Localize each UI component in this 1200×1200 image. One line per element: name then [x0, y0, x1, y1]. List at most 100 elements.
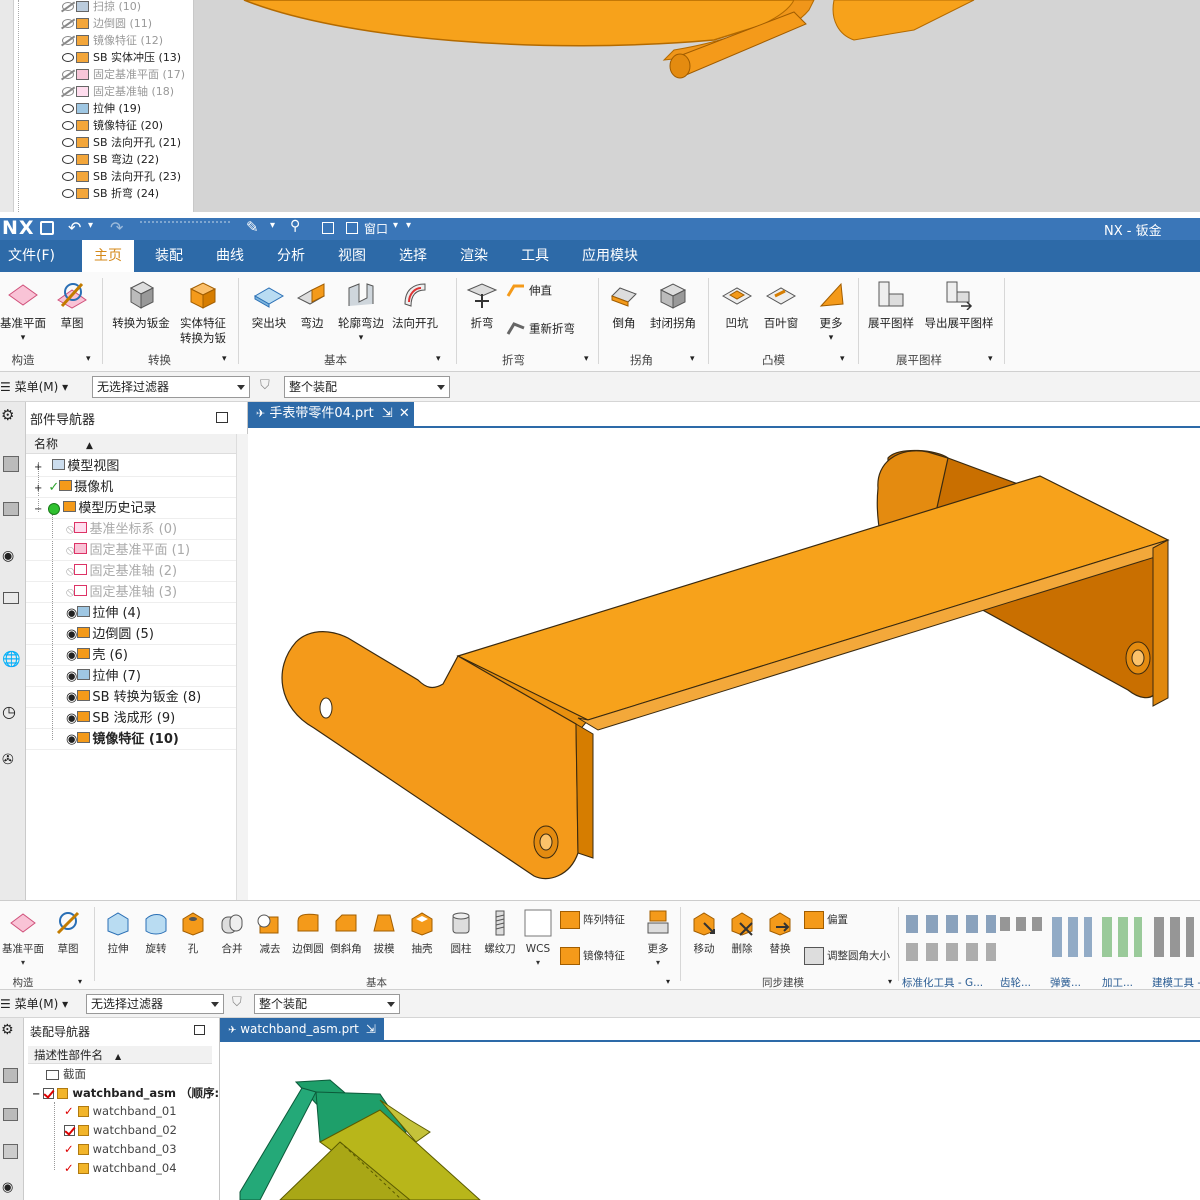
subtract-button[interactable]: 减去 — [252, 909, 288, 956]
save-icon[interactable] — [40, 221, 54, 235]
sketch-button[interactable]: 草图 — [50, 280, 94, 331]
contour-flange-button[interactable]: 轮廓弯边 ▾ — [334, 280, 388, 346]
dropdown-icon[interactable]: ▾ — [0, 956, 46, 969]
tab-button[interactable]: 突出块 — [246, 280, 292, 331]
filter-icon[interactable]: ⛉ — [260, 378, 270, 393]
tree-node-cameras[interactable]: + ✓ 摄像机 — [26, 477, 236, 498]
type-filter-select[interactable]: 无选择过滤器 — [86, 994, 224, 1014]
draft-button[interactable]: 拔模 — [366, 909, 402, 956]
machining-tools-icons[interactable] — [1102, 917, 1142, 957]
dropdown-icon[interactable]: ▾ — [334, 331, 388, 346]
tree-node-feature[interactable]: ⦸ 固定基准轴 (3) — [26, 582, 236, 603]
scope-select[interactable]: 整个装配 — [284, 376, 450, 398]
export-flat-pattern-button[interactable]: 导出展平图样 — [922, 280, 996, 331]
menu-button[interactable]: ☰ 菜单(M) ▾ — [0, 378, 68, 395]
group-dropdown-icon[interactable]: ▾ — [78, 977, 82, 986]
checkbox-icon[interactable] — [43, 1088, 55, 1099]
eye-icon[interactable]: ◉ — [66, 648, 77, 663]
tree-node-feature[interactable]: ⦸ 固定基准轴 (2) — [26, 561, 236, 582]
maximize-icon[interactable] — [216, 412, 228, 423]
history-icon[interactable]: ◷ — [2, 702, 16, 721]
pin-icon[interactable]: ⇲ — [366, 1022, 376, 1036]
group-dropdown-icon[interactable]: ▾ — [436, 354, 441, 364]
convert-to-sheet-metal-button[interactable]: 转换为钣金 — [110, 280, 172, 331]
menu-button[interactable]: ☰ 菜单(M) ▾ — [0, 995, 68, 1012]
assembly-navigator-icon[interactable] — [3, 456, 19, 472]
tools-icon[interactable]: ✇ — [2, 752, 14, 768]
tree-node-model-views[interactable]: + 模型视图 — [26, 456, 236, 477]
dropdown-icon[interactable]: ▾ — [0, 331, 46, 346]
top-tree-node[interactable]: 镜像特征 (12) — [62, 32, 163, 49]
menu-render[interactable]: 渲染 — [460, 240, 488, 272]
wcs-button[interactable]: WCS ▾ — [520, 909, 556, 969]
shell-button[interactable]: 抽壳 — [404, 909, 440, 956]
component-node[interactable]: watchband_02 — [64, 1121, 177, 1139]
tree-node-feature[interactable]: ◉ 拉伸 (4) — [26, 603, 236, 624]
pin-icon[interactable]: ⇲ — [382, 406, 393, 421]
solid-to-sheet-metal-button[interactable]: 实体特征 转换为钣 — [176, 280, 230, 346]
eye-icon[interactable]: ◉ — [66, 732, 77, 747]
eye-icon[interactable]: ◉ — [66, 669, 77, 684]
section-node[interactable]: 截面 — [46, 1065, 86, 1083]
replace-face-button[interactable]: 替换 — [762, 909, 798, 956]
top-tree-node[interactable]: 固定基准平面 (17) — [62, 66, 185, 83]
globe-icon[interactable]: 🌐 — [2, 650, 21, 668]
top-tree-node[interactable]: SB 折弯 (24) — [62, 185, 159, 202]
checkmark-icon[interactable]: ✓ — [48, 480, 59, 495]
group-dropdown-icon[interactable]: ▾ — [86, 354, 91, 364]
menu-tools[interactable]: 工具 — [521, 240, 549, 272]
close-icon[interactable]: ✕ — [399, 406, 410, 421]
dimple-button[interactable]: 凹坑 — [716, 280, 758, 331]
menu-app-modules[interactable]: 应用模块 — [582, 240, 638, 272]
eye-icon[interactable]: ◉ — [2, 548, 14, 564]
component-node[interactable]: ✓ watchband_01 — [64, 1102, 177, 1120]
hidden-eye-icon[interactable]: ⦸ — [66, 522, 74, 537]
eye-icon[interactable]: ◉ — [66, 711, 77, 726]
gear-icon[interactable]: ⚙ — [1, 1022, 14, 1038]
mirror-feature-button[interactable]: 镜像特征 — [560, 947, 625, 965]
dropdown-icon[interactable]: ▾ — [520, 956, 556, 969]
standardization-tools-icons[interactable] — [906, 943, 996, 961]
sketch-button[interactable]: 草图 — [48, 909, 88, 956]
filter-icon[interactable]: ⛉ — [232, 995, 242, 1010]
extrude-button[interactable]: 拉伸 — [100, 909, 136, 956]
dropdown-icon[interactable]: ▾ — [640, 956, 676, 969]
more-button[interactable]: 更多 ▾ — [810, 280, 852, 346]
document-tab-active[interactable]: ✈ watchband_asm.prt ⇲ ✕ — [220, 1018, 384, 1060]
constraint-navigator-icon[interactable] — [3, 502, 19, 516]
dropdown-icon[interactable]: ▾ — [810, 331, 852, 346]
menu-select[interactable]: 选择 — [399, 240, 427, 272]
tree-node-model-history[interactable]: − 模型历史记录 — [26, 498, 236, 519]
tree-node-feature[interactable]: ◉ 拉伸 (7) — [26, 666, 236, 687]
top-tree-node[interactable]: SB 实体冲压 (13) — [62, 49, 181, 66]
tree-node-feature[interactable]: ◉ 壳 (6) — [26, 645, 236, 666]
group-dropdown-icon[interactable]: ▾ — [584, 354, 589, 364]
gear-icon[interactable]: ⚙ — [1, 406, 14, 424]
assembly-root-node[interactable]: − watchband_asm （顺序: — [32, 1084, 219, 1102]
offset-region-button[interactable]: 偏置 — [804, 911, 848, 929]
eye-icon[interactable]: ◉ — [2, 1180, 13, 1195]
unbend-button[interactable]: 伸直 — [506, 282, 552, 300]
checkmark-icon[interactable]: ✓ — [64, 1142, 74, 1156]
top-tree-node[interactable]: SB 法向开孔 (21) — [62, 134, 181, 151]
normal-cutout-button[interactable]: 法向开孔 — [390, 280, 440, 331]
eye-icon[interactable]: ◉ — [66, 606, 77, 621]
hidden-eye-icon[interactable]: ⦸ — [66, 564, 74, 579]
checkmark-icon[interactable]: ✓ — [64, 1161, 74, 1175]
tree-node-feature[interactable]: ⦸ 基准坐标系 (0) — [26, 519, 236, 540]
group-dropdown-icon[interactable]: ▾ — [888, 977, 892, 986]
assembly-graphics-window[interactable] — [220, 1042, 1200, 1200]
hole-button[interactable]: 孔 — [176, 909, 210, 956]
louver-button[interactable]: 百叶窗 — [760, 280, 802, 331]
top-tree-node[interactable]: 镜像特征 (20) — [62, 117, 163, 134]
collapse-icon[interactable]: − — [34, 504, 42, 515]
spring-tools-icons[interactable] — [1052, 917, 1092, 957]
undo-icon[interactable]: ↶ — [68, 218, 81, 237]
tree-node-feature[interactable]: ◉ 边倒圆 (5) — [26, 624, 236, 645]
top-tree-node[interactable]: SB 弯边 (22) — [62, 151, 159, 168]
touch-mode-icon[interactable]: ⚲ — [290, 218, 300, 234]
thread-tool-button[interactable]: 螺纹刀 — [482, 909, 518, 956]
cylinder-button[interactable]: 圆柱 — [442, 909, 480, 956]
top-tree-node[interactable]: 拉伸 (19) — [62, 100, 141, 117]
group-dropdown-icon[interactable]: ▾ — [690, 354, 695, 364]
